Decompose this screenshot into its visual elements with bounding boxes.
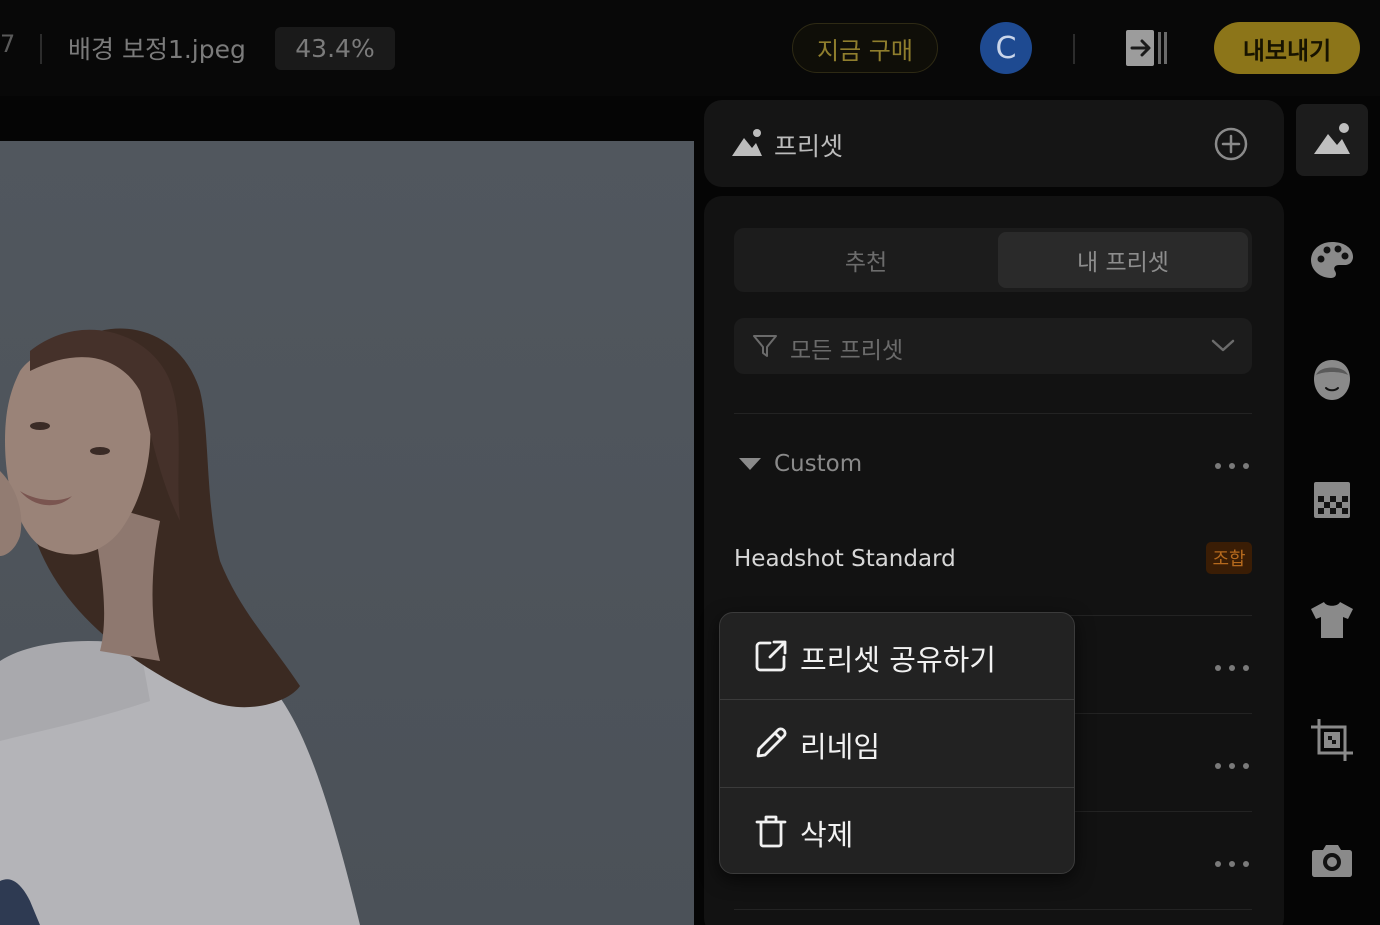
crop-icon xyxy=(1311,719,1353,761)
file-name[interactable]: 배경 보정1.jpeg xyxy=(68,30,246,66)
chevron-down-icon xyxy=(1211,339,1235,352)
tab-my-presets[interactable]: 내 프리셋 xyxy=(998,232,1248,288)
menu-item-label: 삭제 xyxy=(800,818,854,852)
add-preset-button[interactable] xyxy=(1214,127,1248,161)
rail-preset-button[interactable] xyxy=(1296,104,1368,176)
tab-recommended[interactable]: 추천 xyxy=(738,232,994,288)
divider xyxy=(40,34,42,64)
menu-item-label: 리네임 xyxy=(800,730,881,764)
preset-icon xyxy=(732,129,762,156)
divider xyxy=(1073,34,1075,64)
photo-canvas[interactable] xyxy=(0,141,694,925)
divider xyxy=(734,413,1252,414)
palette-icon xyxy=(1311,242,1353,278)
menu-item-delete[interactable]: 삭제 xyxy=(720,788,1074,873)
preset-badge: 조합 xyxy=(1206,542,1252,574)
pencil-icon xyxy=(756,727,787,758)
rail-camera-button[interactable] xyxy=(1296,824,1368,896)
preset-filter-dropdown[interactable]: 모든 프리셋 xyxy=(734,318,1252,374)
top-bar: 7 배경 보정1.jpeg 43.4% 지금 구매 C 내보내기 xyxy=(0,0,1380,96)
filter-icon xyxy=(753,335,777,357)
background-icon xyxy=(1314,482,1350,518)
collapse-panel-button[interactable] xyxy=(1122,24,1170,72)
app-window: 7 배경 보정1.jpeg 43.4% 지금 구매 C 내보내기 프리셋 추천 … xyxy=(0,0,1380,925)
preset-icon xyxy=(1314,123,1350,154)
rail-face-button[interactable] xyxy=(1296,344,1368,416)
menu-item-share-preset[interactable]: 프리셋 공유하기 xyxy=(720,613,1074,700)
preset-panel-header: 프리셋 xyxy=(704,100,1284,187)
share-icon xyxy=(755,640,787,672)
preset-context-menu: 프리셋 공유하기 리네임 삭제 xyxy=(719,612,1075,874)
more-options-icon[interactable] xyxy=(1214,663,1250,673)
page-number: 7 xyxy=(0,30,16,58)
rail-crop-button[interactable] xyxy=(1296,704,1368,776)
filter-label: 모든 프리셋 xyxy=(790,338,904,364)
buy-now-button[interactable]: 지금 구매 xyxy=(792,23,938,73)
group-label-custom[interactable]: Custom xyxy=(774,451,862,477)
portrait-photo xyxy=(0,328,360,925)
zoom-level[interactable]: 43.4% xyxy=(275,27,395,70)
more-options-icon[interactable] xyxy=(1214,761,1250,771)
collapse-panel-icon xyxy=(1126,30,1167,66)
rail-background-button[interactable] xyxy=(1296,464,1368,536)
menu-item-rename[interactable]: 리네임 xyxy=(720,700,1074,787)
caret-down-icon[interactable] xyxy=(738,456,762,472)
preset-item-name[interactable]: Headshot Standard xyxy=(734,546,956,572)
rail-color-button[interactable] xyxy=(1296,224,1368,296)
more-options-icon[interactable] xyxy=(1214,461,1250,471)
trash-icon xyxy=(755,815,787,848)
panel-title: 프리셋 xyxy=(774,132,844,161)
export-button[interactable]: 내보내기 xyxy=(1214,22,1360,74)
camera-icon xyxy=(1312,845,1352,877)
menu-item-label: 프리셋 공유하기 xyxy=(800,643,996,677)
face-icon xyxy=(1314,360,1350,400)
more-options-icon[interactable] xyxy=(1214,859,1250,869)
divider xyxy=(734,909,1252,910)
avatar[interactable]: C xyxy=(980,22,1032,74)
rail-clothing-button[interactable] xyxy=(1296,584,1368,656)
shirt-icon xyxy=(1311,602,1353,638)
preset-tabs: 추천 내 프리셋 xyxy=(734,228,1252,292)
